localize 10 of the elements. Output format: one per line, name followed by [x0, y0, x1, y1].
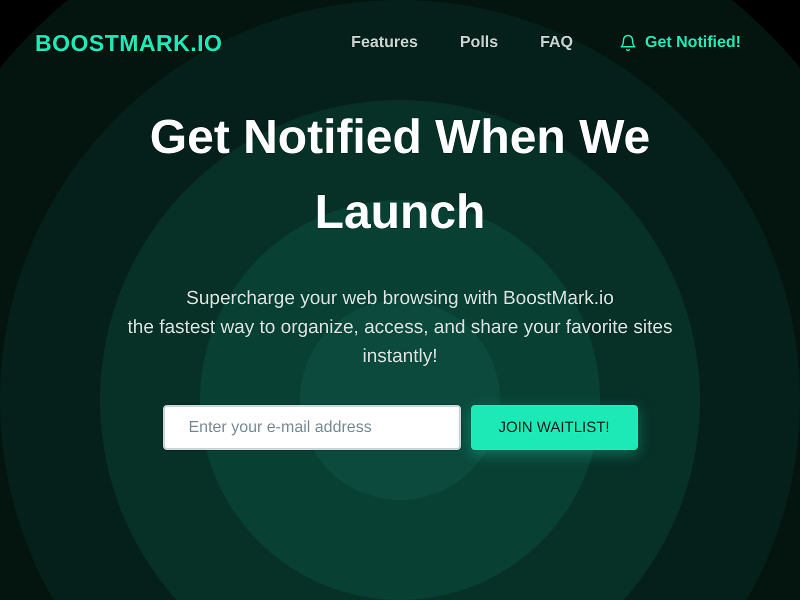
- nav-link[interactable]: FAQ: [540, 34, 573, 52]
- hero-title: Get Notified When We Launch: [148, 110, 652, 241]
- email-input-field[interactable]: Enter your e-mail address: [162, 405, 460, 450]
- logo[interactable]: BOOSTMARK.IO: [35, 30, 222, 56]
- hero-subtitle: Supercharge your web browsing with BoostMark.io the fastest way to organize, access, and share your favorite sites instantly!: [128, 287, 672, 369]
- nav-link[interactable]: Features: [351, 34, 418, 52]
- get-notified-link[interactable]: Get Notified!: [619, 34, 741, 52]
- nav-link[interactable]: Polls: [460, 34, 498, 52]
- bell-icon: [619, 34, 637, 52]
- join-waitlist-button[interactable]: JOIN WAITLIST!: [470, 405, 638, 450]
